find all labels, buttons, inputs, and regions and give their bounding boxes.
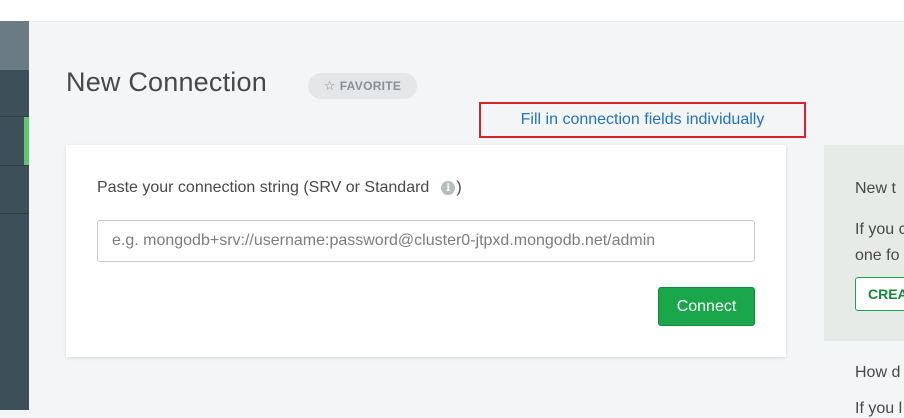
sidebar-divider (0, 213, 29, 214)
side-panel-text: If you c one fo (855, 217, 904, 269)
active-indicator (24, 117, 29, 165)
favorite-label: FAVORITE (339, 79, 402, 93)
side-panel-heading: New t (855, 180, 896, 197)
side-lower-text: If you l (855, 400, 903, 417)
connection-string-label-text: Paste your connection string (SRV or Sta… (97, 179, 430, 196)
connect-button[interactable]: Connect (658, 287, 755, 326)
connection-string-label: Paste your connection string (SRV or Sta… (97, 179, 462, 197)
fill-in-fields-link[interactable]: Fill in connection fields individually (479, 102, 806, 138)
sidebar-header[interactable] (0, 21, 29, 70)
connection-string-label-suffix: ) (456, 179, 462, 196)
side-lower-heading: How d (855, 364, 901, 381)
page-title: New Connection (66, 67, 267, 97)
sidebar-item-active[interactable] (0, 116, 29, 166)
create-button[interactable]: CREA (855, 277, 904, 311)
sidebar (0, 21, 29, 410)
side-panel-text-line1: If you c (855, 221, 904, 238)
info-circle-icon[interactable]: i (441, 181, 456, 195)
new-to-atlas-panel: New t If you c one fo CREA (824, 145, 904, 341)
star-outline-icon: ☆ (323, 78, 336, 93)
connection-string-input[interactable] (97, 220, 755, 262)
connection-string-card: Paste your connection string (SRV or Sta… (66, 145, 786, 357)
favorite-button[interactable]: ☆ FAVORITE (308, 73, 417, 99)
side-panel-text-line2: one fo (855, 247, 900, 264)
window-top-bar (0, 0, 904, 22)
